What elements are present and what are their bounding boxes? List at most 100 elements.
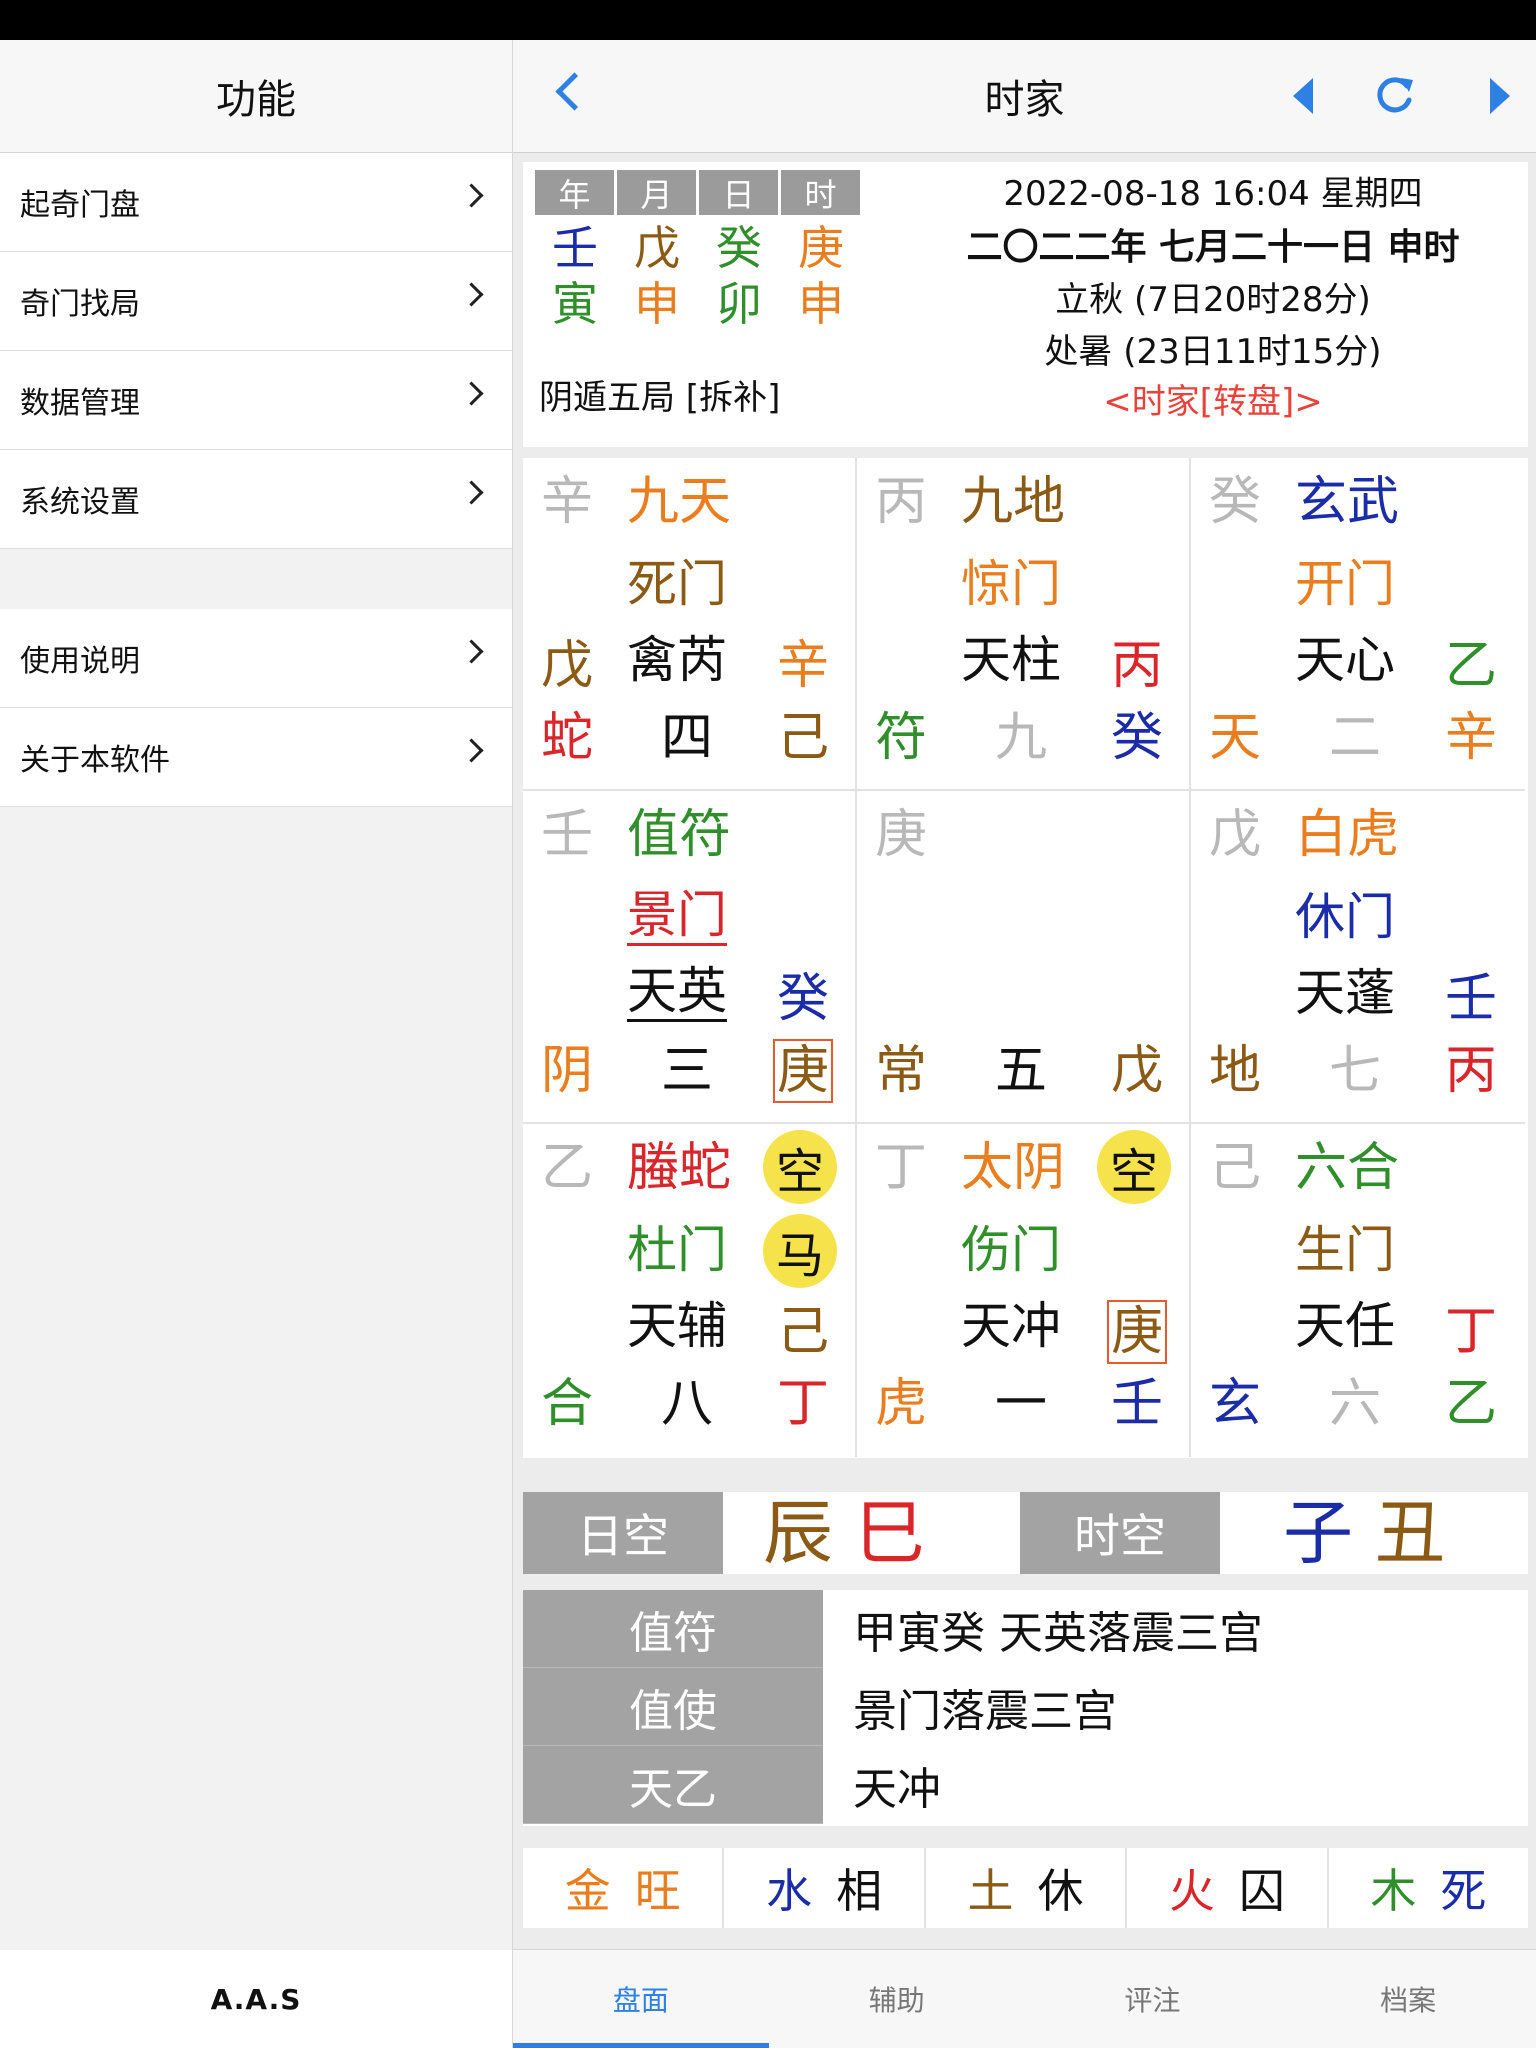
menu-item-user-guide[interactable]: 使用说明 <box>0 609 512 708</box>
tianyi-label: 天乙 <box>523 1746 823 1824</box>
element-water: 水相 <box>724 1848 926 1928</box>
status-bar <box>0 0 1536 40</box>
heaven-stem: 丁 <box>1445 1302 1498 1362</box>
earth-stem: 戊 <box>1209 805 1262 865</box>
month-branch: 申 <box>634 277 680 331</box>
zhishi-label: 值使 <box>523 1668 823 1746</box>
next-icon[interactable] <box>1490 78 1510 114</box>
palace-number: 二 <box>1329 708 1382 768</box>
tab-archive[interactable]: 档案 <box>1280 1950 1536 2048</box>
menu-item-data-management[interactable]: 数据管理 <box>0 351 512 450</box>
refresh-icon[interactable] <box>1371 72 1417 118</box>
navigation-bar: 时家 <box>513 40 1536 153</box>
door: 生门 <box>1295 1221 1395 1279</box>
earth-stem-lower: 辛 <box>1445 708 1498 768</box>
earth-stem: 丙 <box>875 472 928 532</box>
earth-stem: 庚 <box>875 805 928 865</box>
hidden-stem: 戊 <box>541 636 594 696</box>
earth-stem: 壬 <box>541 805 594 865</box>
zhifu-value: 甲寅癸 天英落震三宫 <box>853 1608 1263 1659</box>
menu-item-qi-men-pan[interactable]: 起奇门盘 <box>0 153 512 252</box>
menu-item-system-settings[interactable]: 系统设置 <box>0 450 512 549</box>
hour-branch: 申 <box>798 277 844 331</box>
spirit: 合 <box>541 1374 594 1434</box>
tab-auxiliary[interactable]: 辅助 <box>769 1950 1025 2048</box>
deity: 六合 <box>1295 1138 1400 1198</box>
deity: 螣蛇 <box>627 1138 732 1198</box>
menu-item-qi-men-zhao-ju[interactable]: 奇门找局 <box>0 252 512 351</box>
palace-northwest[interactable]: 己 六合 生门 天任 丁 玄 六 乙 <box>1191 1124 1525 1457</box>
heaven-stem: 壬 <box>1445 969 1498 1029</box>
door: 杜门 <box>627 1221 727 1279</box>
spirit: 玄 <box>1209 1374 1262 1434</box>
chevron-right-icon <box>459 738 484 763</box>
palace-grid: 辛 九天 死门 戊 禽芮 辛 蛇 四 己 丙 九地 惊门 天柱 丙 符 九 癸 … <box>523 458 1528 1458</box>
palace-southwest[interactable]: 癸 玄武 开门 天心 乙 天 二 辛 <box>1191 458 1525 791</box>
deity: 值符 <box>627 805 732 865</box>
palace-southeast[interactable]: 辛 九天 死门 戊 禽芮 辛 蛇 四 己 <box>523 458 857 791</box>
element-name: 木 <box>1370 1864 1417 1918</box>
day-void-label: 日空 <box>523 1492 723 1574</box>
door: 景门 <box>627 886 727 946</box>
solar-date: 2022-08-18 16:04 星期四 <box>1003 174 1423 214</box>
duty-panel: 值符 甲寅癸 天英落震三宫 值使 景门落震三宫 天乙 天冲 <box>523 1590 1528 1826</box>
tab-board[interactable]: 盘面 <box>513 1950 769 2048</box>
heaven-stem: 乙 <box>1445 636 1498 696</box>
element-fire: 火囚 <box>1127 1848 1329 1928</box>
spirit: 阴 <box>541 1041 594 1101</box>
pillar-header-month: 月 <box>617 170 696 215</box>
earth-stem: 辛 <box>541 472 594 532</box>
section-gap <box>0 549 512 609</box>
pillar-headers: 年 月 日 时 <box>535 170 863 215</box>
star: 天柱 <box>961 631 1061 689</box>
solar-term-1: 立秋 (7日20时28分) <box>1055 280 1371 320</box>
earth-stem-lower: 癸 <box>1111 708 1164 768</box>
element-name: 火 <box>1168 1864 1215 1918</box>
chart-mode[interactable]: <时家[转盘]> <box>913 374 1513 423</box>
chevron-right-icon <box>459 183 484 208</box>
tab-bar: 盘面 辅助 评注 档案 <box>513 1949 1536 2048</box>
menu-item-about[interactable]: 关于本软件 <box>0 708 512 807</box>
palace-east[interactable]: 壬 值符 景门 天英 癸 阴 三 庚 <box>523 791 857 1124</box>
palace-south[interactable]: 丙 九地 惊门 天柱 丙 符 九 癸 <box>857 458 1191 791</box>
heaven-stem: 丙 <box>1111 636 1164 696</box>
element-metal: 金旺 <box>523 1848 725 1928</box>
main-panel: 时家 年 月 日 时 壬 戊 癸 庚 寅 申 卯 申 阴遁五局 [拆补] 202… <box>513 40 1536 2048</box>
tab-comments[interactable]: 评注 <box>1025 1950 1281 2048</box>
star: 天辅 <box>627 1297 727 1355</box>
door: 休门 <box>1295 888 1395 946</box>
void-badge: 空 <box>763 1130 837 1204</box>
palace-northeast[interactable]: 乙 螣蛇 空 杜门 马 天辅 己 合 八 丁 <box>523 1124 857 1457</box>
spirit: 符 <box>875 708 928 768</box>
element-state: 相 <box>836 1864 883 1918</box>
ju-label: 阴遁五局 [拆补] <box>539 378 781 418</box>
palace-west[interactable]: 戊 白虎 休门 天蓬 壬 地 七 丙 <box>1191 791 1525 1124</box>
palace-number: 五 <box>995 1041 1048 1101</box>
star: 天任 <box>1295 1297 1395 1355</box>
menu-item-label: 奇门找局 <box>20 287 140 322</box>
prev-icon[interactable] <box>1293 78 1313 114</box>
earth-stem-lower: 壬 <box>1111 1374 1164 1434</box>
sidebar-title: 功能 <box>0 40 512 153</box>
star: 天英 <box>627 962 727 1022</box>
palace-north[interactable]: 丁 太阴 空 伤门 天冲 庚 虎 一 壬 <box>857 1124 1191 1457</box>
palace-center[interactable]: 庚 常 五 戊 <box>857 791 1191 1124</box>
day-branch: 卯 <box>716 277 762 331</box>
heaven-stem: 庚 <box>1107 1300 1168 1364</box>
element-state: 囚 <box>1238 1864 1285 1918</box>
star: 天蓬 <box>1295 964 1395 1022</box>
info-panel: 年 月 日 时 壬 戊 癸 庚 寅 申 卯 申 阴遁五局 [拆补] 2022-0… <box>523 162 1528 447</box>
spirit: 地 <box>1209 1041 1262 1101</box>
earth-stem-lower: 丙 <box>1445 1041 1498 1101</box>
menu-item-label: 使用说明 <box>20 644 140 679</box>
spirit: 虎 <box>875 1374 928 1434</box>
palace-number: 六 <box>1329 1374 1382 1434</box>
earth-stem: 乙 <box>541 1138 594 1198</box>
lunar-date: 二〇二二年 七月二十一日 申时 <box>966 227 1460 268</box>
menu-item-label: 数据管理 <box>20 386 140 421</box>
door: 开门 <box>1295 555 1395 613</box>
spirit: 蛇 <box>541 708 594 768</box>
earth-stem: 癸 <box>1209 472 1262 532</box>
day-void-value-1: 辰 <box>763 1492 833 1574</box>
palace-number: 七 <box>1329 1041 1382 1101</box>
